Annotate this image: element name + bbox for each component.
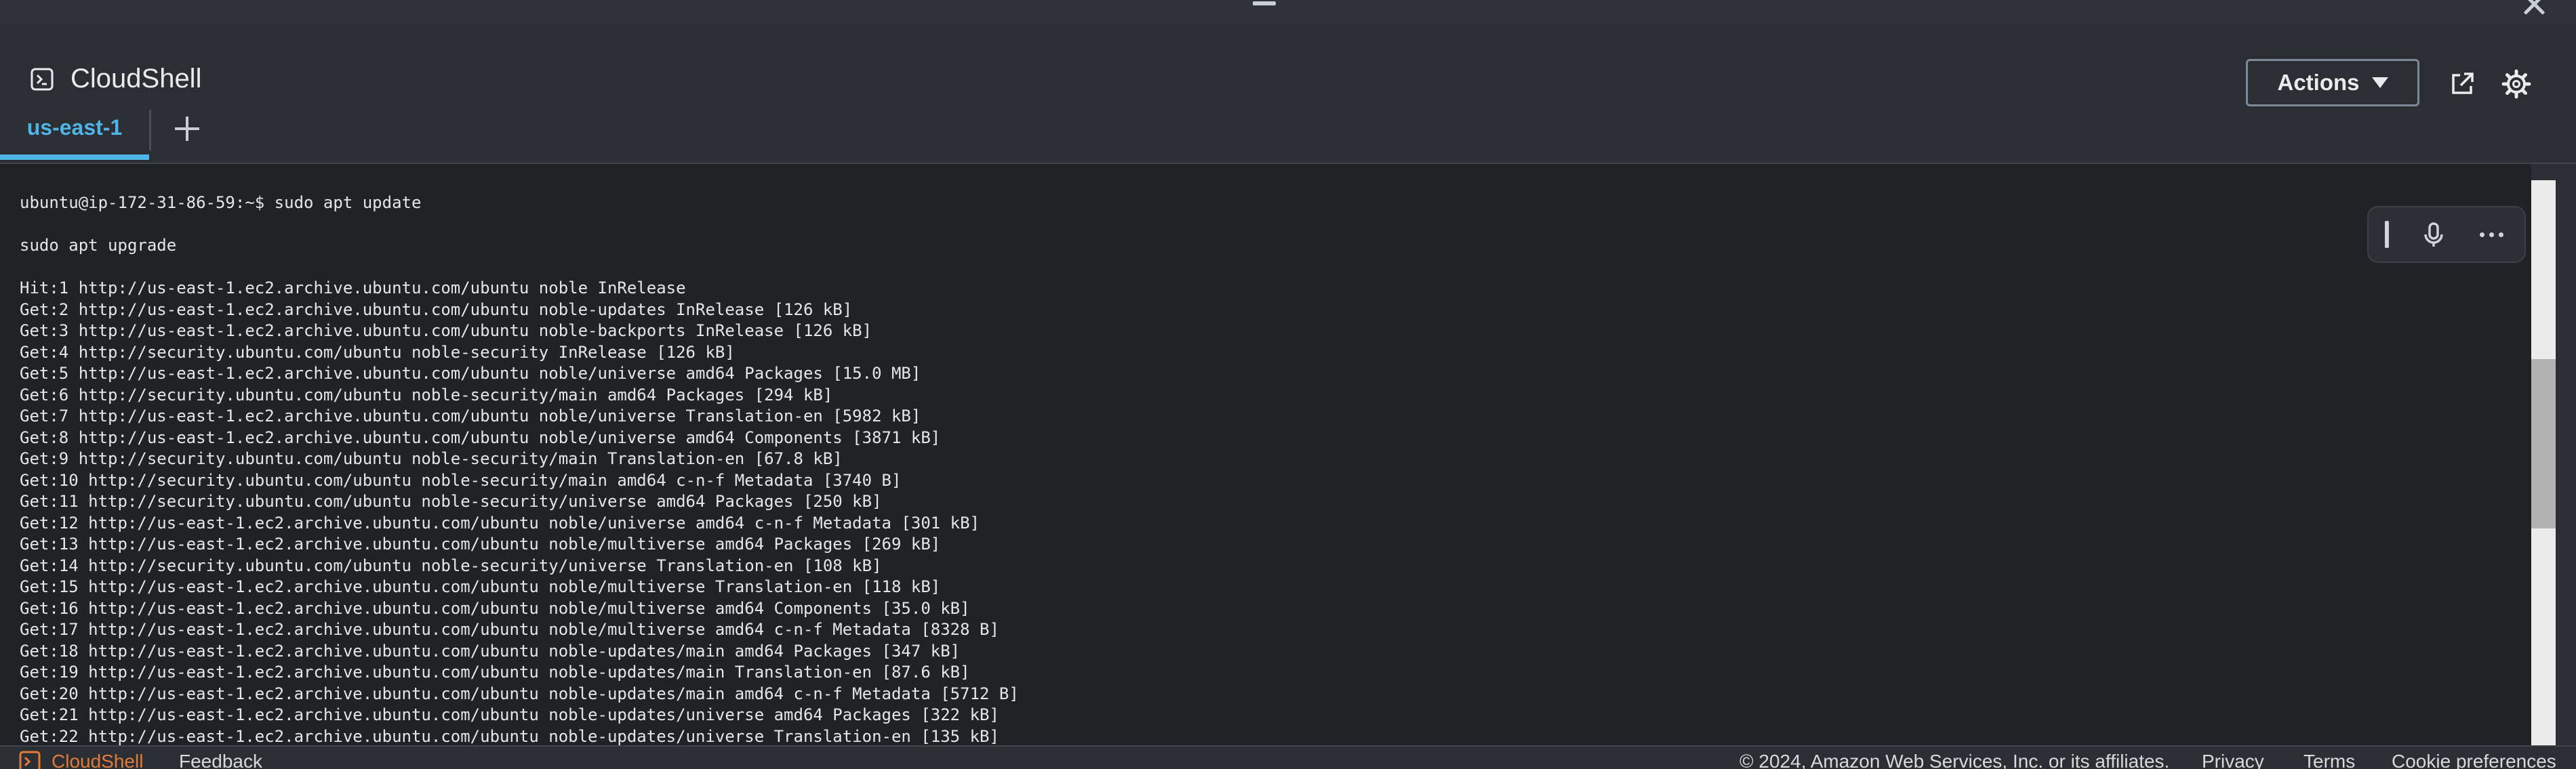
footer-terms-link[interactable]: Terms [2303, 751, 2355, 769]
footer-cookie-link[interactable]: Cookie preferences [2392, 751, 2556, 769]
close-icon[interactable] [2520, 0, 2548, 18]
microphone-icon[interactable] [2417, 218, 2450, 251]
scrollbar-thumb[interactable] [2531, 359, 2556, 528]
footer: CloudShell Feedback © 2024, Amazon Web S… [0, 745, 2576, 769]
add-tab-icon[interactable] [169, 111, 205, 146]
footer-copyright: © 2024, Amazon Web Services, Inc. or its… [1739, 751, 2170, 769]
window-top-bar [0, 0, 2576, 26]
footer-cloudshell-link[interactable]: CloudShell [52, 751, 143, 769]
minimize-icon[interactable] [1253, 1, 1276, 5]
footer-feedback-link[interactable]: Feedback [179, 751, 262, 769]
text-cursor-icon [2385, 221, 2389, 248]
actions-button-label: Actions [2277, 70, 2360, 95]
terminal-output: ubuntu@ip-172-31-86-59:~$ sudo apt updat… [20, 193, 1019, 745]
gear-icon[interactable] [2501, 69, 2531, 99]
footer-privacy-link[interactable]: Privacy [2202, 751, 2264, 769]
cloudshell-icon [31, 68, 54, 91]
external-link-icon[interactable] [2449, 70, 2476, 98]
caret-down-icon [2371, 77, 2388, 88]
tab-divider [149, 110, 151, 150]
terminal[interactable]: ubuntu@ip-172-31-86-59:~$ sudo apt updat… [0, 164, 2531, 745]
page-title: CloudShell [71, 64, 202, 93]
more-icon[interactable] [2476, 218, 2508, 251]
session-tabs: us-east-1 [0, 100, 2576, 164]
actions-button[interactable]: Actions [2246, 59, 2419, 106]
cloudshell-footer-icon [19, 751, 41, 769]
voice-input-toolbar [2369, 207, 2524, 262]
tab-us-east-1[interactable]: us-east-1 [0, 100, 149, 160]
